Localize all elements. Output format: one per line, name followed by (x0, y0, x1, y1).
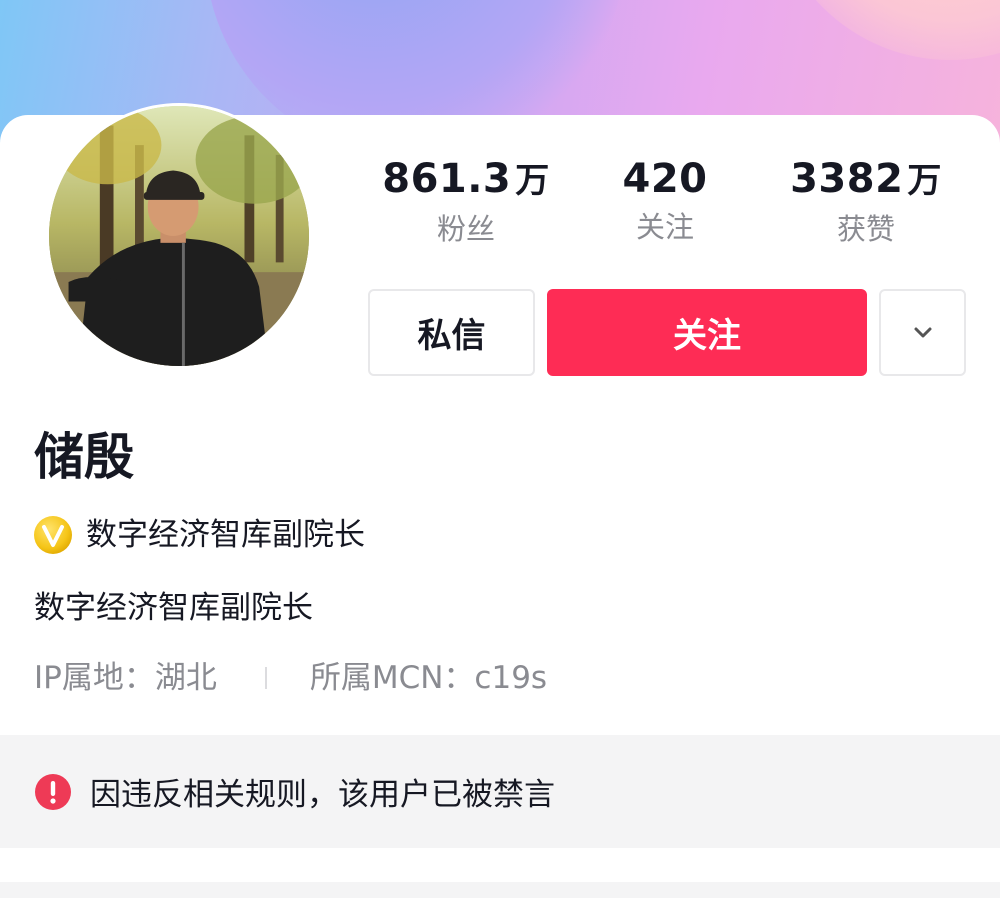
verified-v-badge-icon (34, 516, 72, 554)
verification-row: 数字经济智库副院长 (32, 513, 365, 557)
chevron-down-icon (914, 327, 931, 337)
exclamation-circle-icon (35, 773, 71, 810)
profile-bio: 数字经济智库副院长 (34, 590, 313, 626)
likes-label: 获赞 (836, 212, 895, 246)
ban-notice: 因违反相关规则，该用户已被禁言 (0, 735, 1000, 848)
fans-label: 粉丝 (436, 212, 495, 246)
likes-count: 3382 万 (790, 156, 942, 202)
stat-fans[interactable]: 861.3 万 粉丝 (366, 155, 566, 249)
profile-meta: IP属地：湖北 所属MCN：c19s (34, 656, 547, 700)
following-label: 关注 (635, 210, 694, 244)
verification-text: 数字经济智库副院长 (86, 517, 365, 553)
follow-button[interactable]: 关注 (547, 289, 867, 376)
fans-count: 861.3 万 (382, 156, 550, 202)
stat-following[interactable]: 420 关注 (565, 155, 765, 247)
stat-likes[interactable]: 3382 万 获赞 (766, 155, 966, 249)
following-count: 420 (622, 156, 708, 202)
section-gap (0, 848, 1000, 882)
avatar[interactable] (46, 103, 312, 369)
avatar-photo (49, 106, 309, 366)
ip-location: IP属地：湖北 (34, 660, 217, 696)
ban-notice-text: 因违反相关规则，该用户已被禁言 (90, 777, 555, 813)
more-options-button[interactable] (879, 289, 966, 376)
meta-divider (264, 667, 267, 689)
mcn-label[interactable]: 所属MCN：c19s (310, 656, 547, 700)
profile-page: 861.3 万 粉丝 420 关注 3382 万 获赞 私信 关注 储殷 数字经… (0, 0, 1000, 898)
section-divider (0, 882, 1000, 898)
profile-name: 储殷 (34, 428, 134, 486)
message-button[interactable]: 私信 (368, 289, 535, 376)
banner-decoration (770, 0, 1000, 60)
